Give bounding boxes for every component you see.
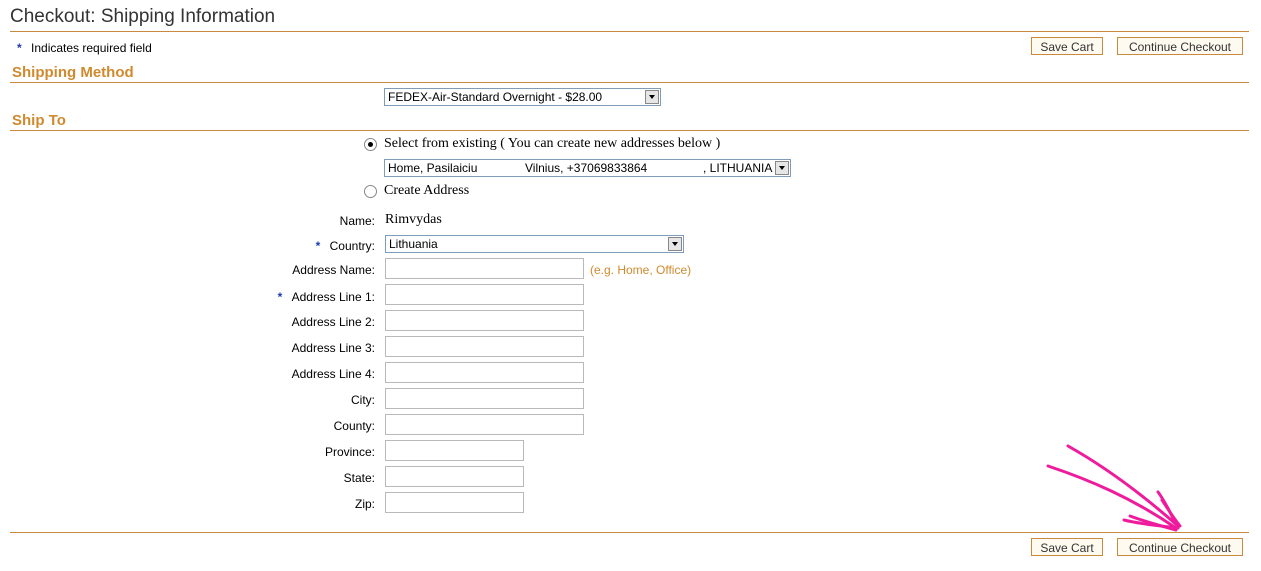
required-note: * Indicates required field <box>17 41 152 55</box>
city-input[interactable] <box>385 388 584 409</box>
zip-label: Zip: <box>354 497 375 511</box>
address-name-hint: (e.g. Home, Office) <box>590 263 692 277</box>
chevron-down-icon <box>668 237 682 251</box>
city-label: City: <box>351 393 375 407</box>
address-line3-label: Address Line 3: <box>291 341 375 355</box>
address-line1-input[interactable] <box>385 284 584 305</box>
annotation-arrow-icon <box>1046 444 1182 532</box>
existing-address-select[interactable]: Home, Pasilaiciu Vilnius, +37069833864 ,… <box>384 159 791 177</box>
shipping-method-select[interactable]: FEDEX-Air-Standard Overnight - $28.00 <box>384 88 661 106</box>
address-line4-input[interactable] <box>385 362 584 383</box>
address-name-label: Address Name: <box>292 263 375 277</box>
chevron-down-icon <box>775 161 789 175</box>
county-input[interactable] <box>385 414 584 435</box>
select-existing-label: Select from existing ( You can create ne… <box>384 136 721 151</box>
province-input[interactable] <box>385 440 524 461</box>
required-star-icon: * <box>277 290 283 304</box>
country-label: * Country: <box>315 239 375 253</box>
required-star-icon: * <box>17 41 22 55</box>
county-label: County: <box>333 419 375 433</box>
shipping-method-heading: Shipping Method <box>12 64 134 81</box>
ship-to-heading: Ship To <box>12 112 66 129</box>
continue-checkout-button-bottom[interactable]: Continue Checkout <box>1117 538 1243 556</box>
address-line3-input[interactable] <box>385 336 584 357</box>
name-label: Name: <box>339 214 375 228</box>
shipping-method-divider <box>10 82 1249 83</box>
save-cart-button-top[interactable]: Save Cart <box>1031 37 1103 55</box>
name-value: Rimvydas <box>385 212 442 227</box>
zip-input[interactable] <box>385 492 524 513</box>
address-line2-input[interactable] <box>385 310 584 331</box>
create-address-label: Create Address <box>384 183 470 198</box>
page-title: Checkout: Shipping Information <box>10 6 276 27</box>
province-label: Province: <box>324 445 375 459</box>
address-name-input[interactable] <box>385 258 584 279</box>
save-cart-button-bottom[interactable]: Save Cart <box>1031 538 1103 556</box>
create-address-radio[interactable] <box>364 185 377 198</box>
country-select[interactable]: Lithuania <box>385 235 684 253</box>
chevron-down-icon <box>645 90 659 104</box>
address-line4-label: Address Line 4: <box>291 367 375 381</box>
address-line2-label: Address Line 2: <box>291 315 375 329</box>
address-line1-label: * Address Line 1: <box>277 290 375 304</box>
state-label: State: <box>343 471 375 485</box>
state-input[interactable] <box>385 466 524 487</box>
required-star-icon: * <box>315 239 321 253</box>
ship-to-divider <box>10 130 1249 131</box>
header-divider <box>10 31 1249 32</box>
continue-checkout-button-top[interactable]: Continue Checkout <box>1117 37 1243 55</box>
select-existing-radio[interactable] <box>364 138 377 151</box>
